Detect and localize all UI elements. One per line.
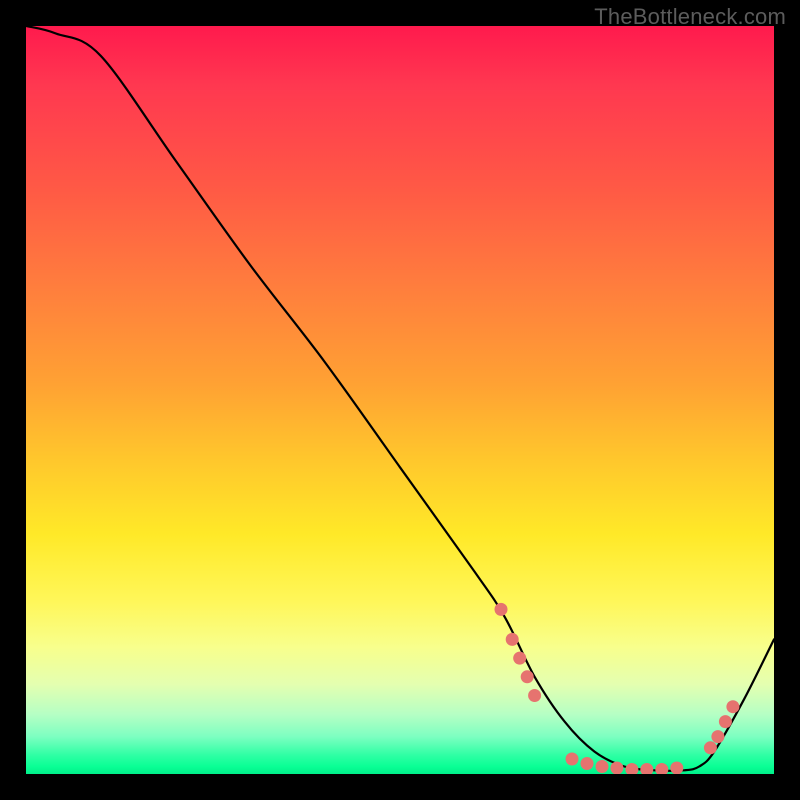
curve-layer — [26, 26, 774, 774]
curve-marker — [711, 730, 724, 743]
curve-marker — [719, 715, 732, 728]
curve-marker — [610, 762, 623, 775]
curve-marker — [596, 760, 609, 773]
curve-marker — [670, 762, 683, 775]
curve-marker — [726, 700, 739, 713]
curve-marker — [521, 670, 534, 683]
curve-marker — [640, 763, 653, 774]
chart-stage: TheBottleneck.com — [0, 0, 800, 800]
curve-marker — [566, 753, 579, 766]
curve-marker — [581, 757, 594, 770]
bottleneck-curve — [26, 26, 774, 771]
plot-area — [26, 26, 774, 774]
curve-marker — [495, 603, 508, 616]
curve-marker — [655, 763, 668, 774]
curve-marker — [625, 763, 638, 774]
curve-marker — [513, 652, 526, 665]
curve-marker — [506, 633, 519, 646]
curve-marker — [704, 741, 717, 754]
curve-marker — [528, 689, 541, 702]
curve-markers — [495, 603, 740, 774]
